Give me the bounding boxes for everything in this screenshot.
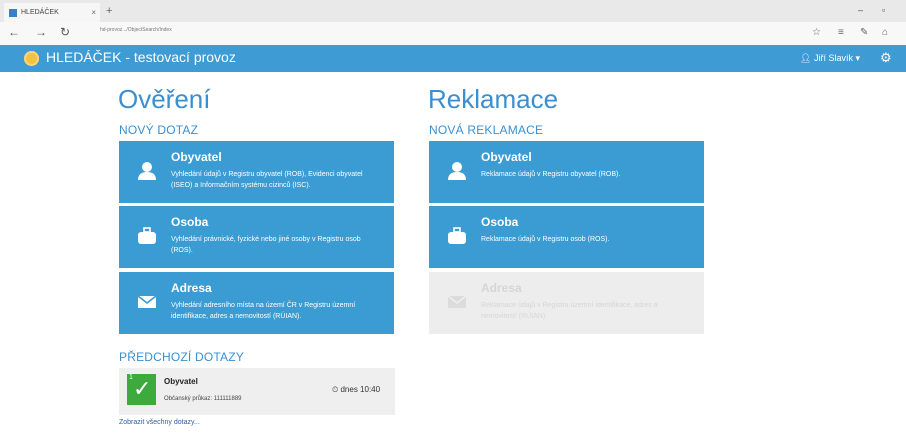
complaint-tile-osoba[interactable]: Osoba Reklamace údajů v Registru osob (R… xyxy=(429,206,704,268)
tile-title: Osoba xyxy=(481,215,519,229)
app-logo-icon xyxy=(24,51,39,66)
maximize-icon[interactable]: ▫ xyxy=(882,5,885,15)
previous-query-title: Obyvatel xyxy=(164,377,198,386)
chevron-down-icon: ▾ xyxy=(855,53,861,63)
user-name: Jiří Slavík xyxy=(813,53,853,63)
briefcase-icon xyxy=(448,227,466,244)
new-complaint-heading: NOVÁ REKLAMACE xyxy=(429,123,544,137)
query-tile-adresa[interactable]: Adresa Vyhledání adresního místa na územ… xyxy=(119,272,394,334)
reload-icon[interactable]: ↻ xyxy=(60,25,70,39)
new-query-heading: NOVÝ DOTAZ xyxy=(119,123,199,137)
tile-description: Reklamace údajů v Registru obyvatel (ROB… xyxy=(481,171,621,178)
tile-description: Reklamace údajů v Registru územní identi… xyxy=(481,302,658,320)
web-note-icon[interactable]: ✎ xyxy=(860,27,868,38)
briefcase-icon xyxy=(138,227,156,244)
address-bar: ← → ↻ hd-provoz.../ObjectSearch/Index ☆ … xyxy=(0,22,906,46)
clock-icon: ⏲︎ xyxy=(332,385,339,394)
complaint-tile-adresa-disabled: Adresa Reklamace údajů v Registru územní… xyxy=(429,272,704,334)
show-all-queries-link[interactable]: Zobrazit všechny dotazy... xyxy=(119,419,200,426)
verification-heading: Ověření xyxy=(118,84,211,114)
app-title: HLEDÁČEK - testovací provoz xyxy=(46,49,236,65)
user-icon: 👤︎ xyxy=(800,53,812,63)
status-badge: 1 ✓ xyxy=(127,374,156,405)
tab-bar: HLEDÁČEK × + – ▫ xyxy=(0,0,906,22)
hub-menu-icon[interactable]: ≡ xyxy=(838,27,844,38)
tile-description: Reklamace údajů v Registru osob (ROS). xyxy=(481,236,610,243)
tile-description: Vyhledání údajů v Registru obyvatel (ROB… xyxy=(171,171,363,189)
share-icon[interactable]: ⌂ xyxy=(882,27,888,38)
envelope-icon xyxy=(137,295,157,308)
tile-title: Osoba xyxy=(171,215,209,229)
favorite-star-icon[interactable]: ☆ xyxy=(812,27,821,38)
previous-query-item[interactable]: 1 ✓ Obyvatel Občanský průkaz: 111111889 … xyxy=(119,368,395,415)
time-text: dnes 10:40 xyxy=(340,385,381,394)
tile-title: Obyvatel xyxy=(481,150,532,164)
complaint-tile-obyvatel[interactable]: Obyvatel Reklamace údajů v Registru obyv… xyxy=(429,141,704,203)
tile-title: Adresa xyxy=(171,281,212,295)
envelope-icon xyxy=(447,295,467,308)
settings-gear-icon[interactable]: ⚙ xyxy=(880,50,892,66)
tile-description: Vyhledání adresního místa na území ČR v … xyxy=(171,302,356,320)
url-field[interactable]: hd-provoz.../ObjectSearch/Index xyxy=(100,27,172,33)
browser-window: HLEDÁČEK × + – ▫ ← → ↻ hd-provoz.../Obje… xyxy=(0,0,906,443)
browser-tab[interactable]: HLEDÁČEK × xyxy=(4,3,100,22)
tab-title: HLEDÁČEK xyxy=(21,9,59,16)
user-menu[interactable]: 👤︎ Jiří Slavík ▾ xyxy=(800,53,860,64)
query-tile-obyvatel[interactable]: Obyvatel Vyhledání údajů v Registru obyv… xyxy=(119,141,394,203)
previous-queries-heading: PŘEDCHOZÍ DOTAZY xyxy=(119,350,244,364)
new-tab-icon[interactable]: + xyxy=(106,3,112,19)
favicon-icon xyxy=(9,9,17,17)
complaints-heading: Reklamace xyxy=(428,84,559,114)
app-header: HLEDÁČEK - testovací provoz 👤︎ Jiří Slav… xyxy=(0,45,906,72)
forward-icon[interactable]: → xyxy=(35,25,47,39)
back-icon[interactable]: ← xyxy=(8,25,20,39)
tile-title: Obyvatel xyxy=(171,150,222,164)
close-tab-icon[interactable]: × xyxy=(91,3,96,22)
person-icon xyxy=(448,162,466,180)
minimize-icon[interactable]: – xyxy=(858,5,863,15)
tile-title: Adresa xyxy=(481,281,522,295)
previous-query-detail: Občanský průkaz: 111111889 xyxy=(164,396,242,402)
checkmark-icon: ✓ xyxy=(133,376,152,401)
query-tile-osoba[interactable]: Osoba Vyhledání právnické, fyzické nebo … xyxy=(119,206,394,268)
tile-description: Vyhledání právnické, fyzické nebo jiné o… xyxy=(171,236,361,254)
person-icon xyxy=(138,162,156,180)
previous-query-time: ⏲︎ dnes 10:40 xyxy=(332,385,380,395)
